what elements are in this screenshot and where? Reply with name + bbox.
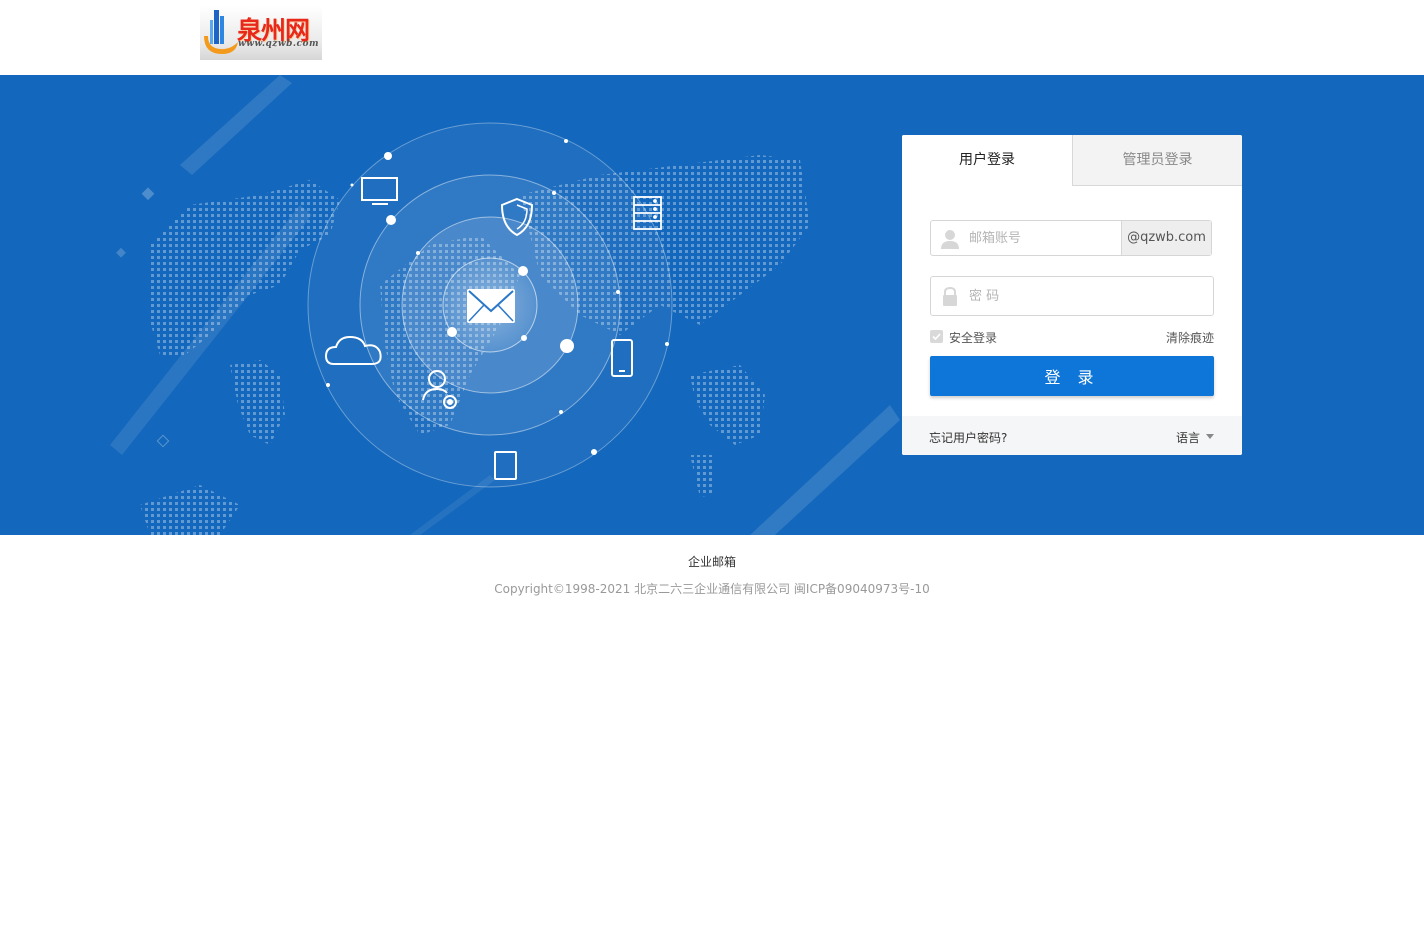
login-panel-footer: 忘记用户密码? 语言 — [902, 416, 1242, 455]
logo-emblem-icon — [204, 10, 238, 54]
lock-icon — [943, 286, 957, 306]
hero-banner: 用户登录 管理员登录 @qzwb.com 安全登录 — [0, 75, 1424, 535]
logo[interactable]: 泉州网 www.qzwb.com — [200, 6, 322, 60]
logo-url-text: www.qzwb.com — [238, 39, 320, 49]
login-button[interactable]: 登 录 — [930, 356, 1214, 396]
domain-suffix: @qzwb.com — [1121, 221, 1211, 255]
tab-user-login[interactable]: 用户登录 — [902, 135, 1072, 186]
login-panel: 用户登录 管理员登录 @qzwb.com 安全登录 — [902, 135, 1242, 455]
clear-traces-link[interactable]: 清除痕迹 — [1166, 329, 1214, 346]
footer-title: 企业邮箱 — [687, 555, 736, 569]
caret-down-icon — [1206, 434, 1214, 439]
password-field — [930, 276, 1214, 316]
account-input[interactable] — [969, 221, 1119, 255]
login-tabs: 用户登录 管理员登录 — [902, 135, 1242, 186]
person-icon — [941, 230, 959, 249]
account-field: @qzwb.com — [930, 220, 1212, 256]
check-icon — [932, 333, 941, 341]
secure-login-label[interactable]: 安全登录 — [949, 329, 997, 346]
header: 泉州网 www.qzwb.com — [0, 0, 1424, 75]
login-options: 安全登录 清除痕迹 — [930, 328, 1214, 346]
tab-admin-login[interactable]: 管理员登录 — [1072, 135, 1242, 186]
language-selector[interactable]: 语言 — [1176, 429, 1214, 446]
secure-login-checkbox[interactable] — [930, 330, 943, 343]
password-input[interactable] — [969, 277, 1199, 315]
forgot-password-link[interactable]: 忘记用户密码? — [929, 429, 1007, 446]
envelope-icon — [467, 289, 515, 323]
copyright-text: Copyright©1998-2021 北京二六三企业通信有限公司 闽ICP备0… — [494, 582, 930, 596]
language-label: 语言 — [1175, 431, 1200, 445]
